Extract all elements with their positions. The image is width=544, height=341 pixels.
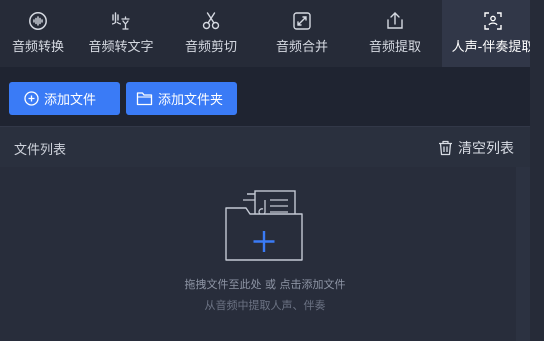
tool-label: 音频转换	[11, 40, 64, 55]
tool-label: 音频合并	[275, 40, 328, 55]
empty-folder-icon	[225, 190, 303, 261]
tool-audio-convert[interactable]: 音频转换	[0, 0, 76, 67]
voice-separate-icon	[484, 12, 502, 30]
tool-speech-to-text[interactable]: 音频转文字	[76, 0, 166, 67]
window-edge	[530, 0, 544, 341]
add-folder-label: 添加文件夹	[158, 93, 224, 108]
scissors-icon	[202, 12, 220, 30]
file-list-title: 文件列表	[14, 143, 67, 158]
folder-icon	[136, 92, 153, 106]
speech-to-text-icon	[111, 12, 130, 30]
add-file-label: 添加文件	[44, 93, 97, 108]
audio-convert-icon	[29, 12, 47, 30]
trash-icon	[439, 140, 452, 156]
tool-label: 音频提取	[368, 40, 421, 55]
empty-hint: 拖拽文件至此处 或 点击添加文件	[184, 278, 346, 291]
tool-audio-extract[interactable]: 音频提取	[348, 0, 442, 67]
empty-subhint: 从音频中提取人声、伴奏	[204, 299, 326, 312]
tool-label: 人声-伴奏提取	[451, 40, 535, 55]
tool-audio-cut[interactable]: 音频剪切	[166, 0, 256, 67]
file-list-header: 文件列表 清空列表	[0, 126, 530, 167]
clear-list-label: 清空列表	[458, 141, 514, 157]
tool-voice-separate[interactable]: 人声-伴奏提取	[442, 0, 544, 67]
clear-list-button[interactable]: 清空列表	[438, 138, 514, 158]
tool-audio-merge[interactable]: 音频合并	[256, 0, 348, 67]
merge-icon	[293, 12, 311, 30]
tool-label: 音频剪切	[184, 40, 237, 55]
add-file-button[interactable]: 添加文件	[9, 82, 120, 115]
add-folder-button[interactable]: 添加文件夹	[126, 82, 237, 115]
file-list-scrollbar[interactable]	[516, 167, 530, 341]
tool-label: 音频转文字	[88, 40, 154, 55]
plus-circle-icon	[24, 91, 39, 106]
top-toolbar: 音频转换 音频转文字 音频剪切 音频合并 音频提取 人声-伴奏提取	[0, 0, 544, 67]
extract-icon	[387, 12, 403, 29]
